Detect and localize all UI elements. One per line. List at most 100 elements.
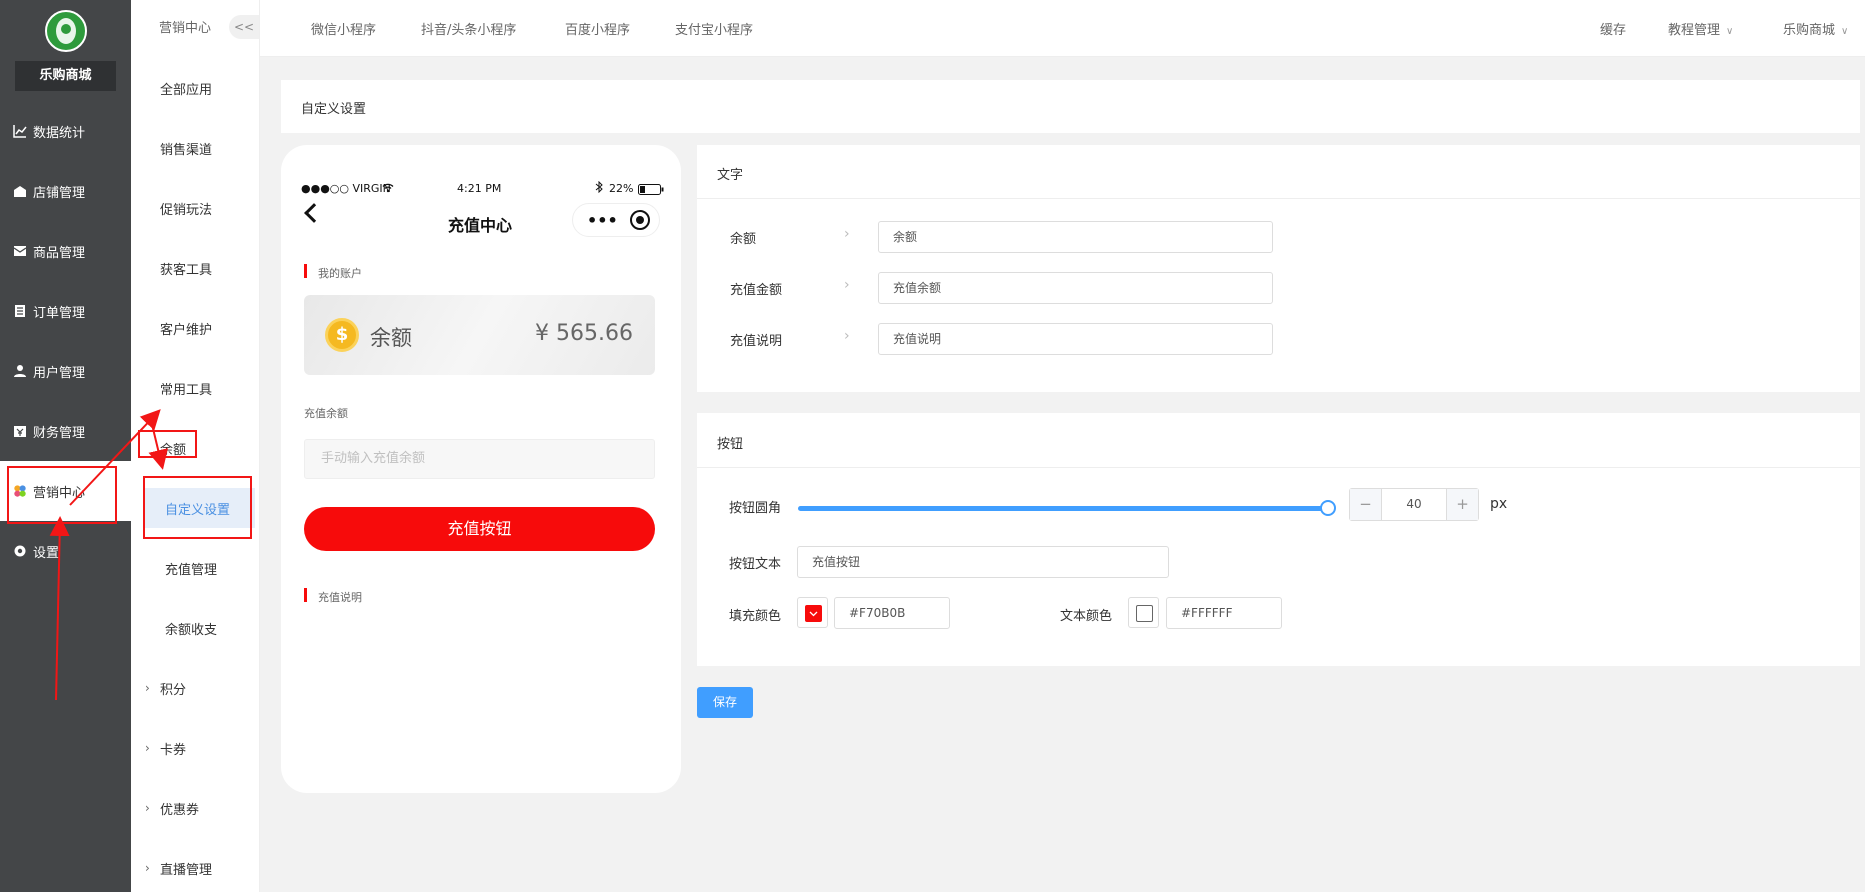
more-icon[interactable]: ••• — [587, 211, 618, 230]
sidebar-item-goods[interactable]: 商品管理 — [0, 221, 131, 281]
submenu-group-live[interactable]: › 直播管理 — [131, 848, 260, 888]
radius-slider-handle[interactable] — [1320, 500, 1336, 516]
field-label: 充值说明 — [730, 334, 783, 349]
annotation-box — [138, 430, 197, 458]
recharge-desc-label: 充值说明 — [318, 591, 362, 604]
shop-name: 乐购商城 — [15, 61, 116, 91]
sidebar-item-users[interactable]: 用户管理 — [0, 341, 131, 401]
button-text-input[interactable]: 充值按钮 — [797, 546, 1169, 578]
fill-color-picker[interactable] — [797, 597, 828, 628]
radius-value[interactable]: 40 — [1382, 489, 1446, 520]
submenu-item[interactable]: 获客工具 — [131, 248, 260, 288]
page-title: 自定义设置 — [301, 102, 367, 117]
save-button[interactable]: 保存 — [697, 687, 753, 718]
sidebar-item-label: 数据统计 — [33, 125, 86, 141]
radius-slider-track[interactable] — [798, 506, 1328, 511]
tab-baidu-miniprogram[interactable]: 百度小程序 — [565, 19, 630, 38]
text-color-picker[interactable] — [1128, 597, 1159, 628]
chevron-right-icon: › — [844, 226, 850, 242]
chevron-right-icon: › — [145, 681, 150, 695]
gear-icon — [13, 544, 27, 558]
text-settings-panel — [697, 145, 1860, 392]
field-label: 余额 — [730, 232, 757, 247]
chart-line-icon — [13, 124, 27, 138]
shop-menu[interactable]: 乐购商城 ∨ — [1783, 19, 1848, 38]
decrement-button[interactable]: − — [1350, 489, 1382, 520]
tab-alipay-miniprogram[interactable]: 支付宝小程序 — [675, 19, 753, 38]
submenu-item-balance-log[interactable]: 余额收支 — [131, 608, 260, 648]
finance-icon — [13, 424, 27, 438]
submenu-group-coupons[interactable]: › 优惠券 — [131, 788, 260, 828]
text-settings-title: 文字 — [717, 168, 744, 183]
increment-button[interactable]: + — [1446, 489, 1478, 520]
status-time: 4:21 PM — [457, 182, 502, 195]
sidebar-item-settings[interactable]: 设置 — [0, 521, 131, 581]
text-color-input[interactable]: #FFFFFF — [1166, 597, 1282, 629]
submenu-group-points[interactable]: › 积分 — [131, 668, 260, 708]
cache-link[interactable]: 缓存 — [1600, 19, 1626, 38]
sidebar-item-statistics[interactable]: 数据统计 — [0, 101, 131, 161]
sidebar-item-orders[interactable]: 订单管理 — [0, 281, 131, 341]
recharge-label: 充值余额 — [304, 407, 348, 420]
chevron-down-icon: ∨ — [1841, 26, 1849, 37]
tutorial-menu[interactable]: 教程管理 ∨ — [1668, 19, 1733, 38]
sidebar-item-label: 订单管理 — [33, 305, 86, 321]
divider — [697, 198, 1860, 199]
submenu-group-label: 优惠券 — [160, 802, 200, 818]
text-color-swatch — [1136, 605, 1153, 622]
sidebar-item-label: 财务管理 — [33, 425, 86, 441]
fill-color-label: 填充颜色 — [729, 609, 782, 624]
close-target-icon[interactable] — [630, 210, 650, 230]
tab-douyin-miniprogram[interactable]: 抖音/头条小程序 — [421, 19, 516, 38]
submenu-item[interactable]: 全部应用 — [131, 68, 260, 108]
submenu-group-label: 卡券 — [160, 742, 187, 758]
button-text-label: 按钮文本 — [729, 557, 782, 572]
submenu-item[interactable]: 客户维护 — [131, 308, 260, 348]
field-label: 充值金额 — [730, 283, 783, 298]
collapse-menu-button[interactable]: << — [229, 15, 259, 39]
fill-color-input[interactable]: #F70B0B — [834, 597, 950, 629]
status-carrier: ●●●○○ VIRGIN — [301, 182, 391, 195]
submenu-item[interactable]: 常用工具 — [131, 368, 260, 408]
submenu-item[interactable]: 销售渠道 — [131, 128, 260, 168]
balance-text-input[interactable]: 余额 — [878, 221, 1273, 253]
chevron-right-icon: › — [844, 328, 850, 344]
main-sidebar: 乐购商城 数据统计 店铺管理 商品管理 订单管理 用户管理 财务管理 营销中心 … — [0, 0, 131, 892]
submenu-group-cards[interactable]: › 卡券 — [131, 728, 260, 768]
recharge-amount-text-input[interactable]: 充值余额 — [878, 272, 1273, 304]
account-section-label: 我的账户 — [318, 267, 362, 280]
submenu-group-label: 积分 — [160, 682, 187, 698]
divider — [697, 467, 1860, 468]
box-icon — [13, 244, 27, 258]
tutorial-menu-label: 教程管理 — [1668, 23, 1721, 38]
submenu-title: 营销中心 — [159, 21, 212, 36]
chevron-down-icon: ∨ — [1726, 26, 1734, 37]
sidebar-item-shop[interactable]: 店铺管理 — [0, 161, 131, 221]
balance-label: 余额 — [370, 326, 412, 350]
chevron-right-icon: › — [844, 277, 850, 293]
sidebar-item-finance[interactable]: 财务管理 — [0, 401, 131, 461]
chevron-right-icon: › — [145, 801, 150, 815]
recharge-button[interactable]: 充值按钮 — [304, 507, 655, 551]
phone-page-title: 充值中心 — [448, 216, 513, 235]
submenu-item[interactable]: 促销玩法 — [131, 188, 260, 228]
annotation-box — [143, 476, 252, 539]
user-icon — [13, 364, 27, 378]
recharge-amount-input[interactable]: 手动输入充值余额 — [304, 439, 655, 479]
submenu-item-recharge[interactable]: 充值管理 — [131, 548, 260, 588]
recharge-desc-text-input[interactable]: 充值说明 — [878, 323, 1273, 355]
shop-icon — [13, 184, 27, 198]
shop-menu-label: 乐购商城 — [1783, 23, 1836, 38]
tab-wechat-miniprogram[interactable]: 微信小程序 — [311, 19, 376, 38]
button-settings-title: 按钮 — [717, 437, 744, 452]
bluetooth-icon — [595, 180, 603, 197]
sidebar-item-label: 商品管理 — [33, 245, 86, 261]
fill-color-swatch — [805, 605, 822, 622]
radius-unit: px — [1490, 496, 1508, 512]
status-battery: 22% — [609, 182, 634, 195]
document-icon — [13, 304, 27, 318]
annotation-box — [7, 466, 117, 524]
submenu-group-label: 直播管理 — [160, 862, 213, 878]
text-color-label: 文本颜色 — [1060, 609, 1113, 624]
chevron-right-icon: › — [145, 741, 150, 755]
